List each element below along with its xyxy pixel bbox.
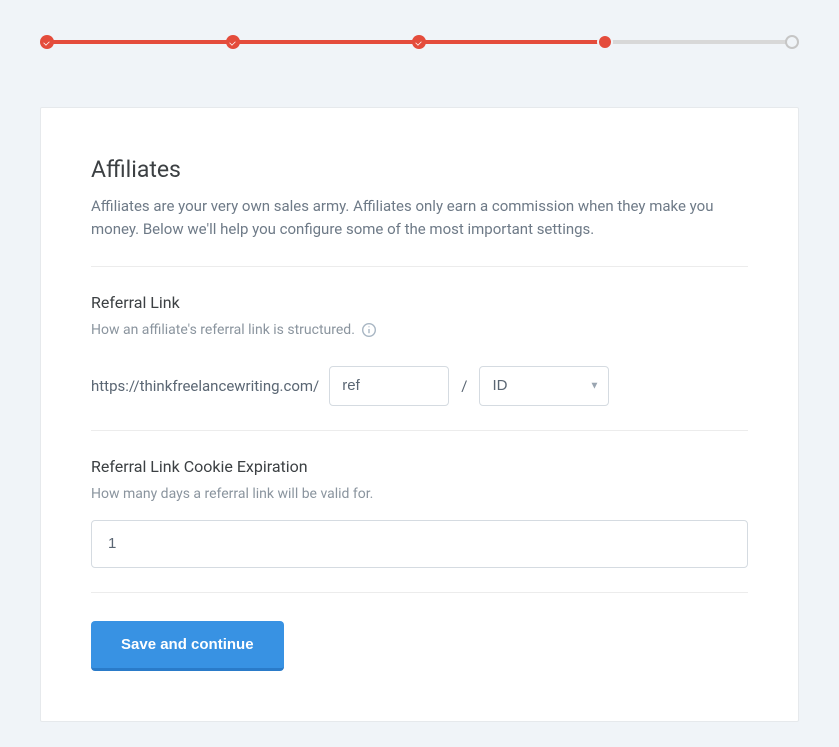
cookie-expiration-description-text: How many days a referral link will be va… [91,486,373,502]
id-select-wrap: ID ▼ [479,366,609,406]
url-prefix: https://thinkfreelancewriting.com/ [91,377,319,395]
progress-stepper [0,0,839,49]
page-description: Affiliates are your very own sales army.… [91,195,748,242]
divider [91,266,748,267]
ref-slug-input[interactable] [329,366,449,406]
referral-link-description: How an affiliate's referral link is stru… [91,322,748,338]
url-separator: / [459,377,469,395]
id-type-select[interactable]: ID [479,366,609,406]
divider [91,430,748,431]
page-title: Affiliates [91,156,748,183]
cookie-expiration-title: Referral Link Cookie Expiration [91,457,748,476]
step-2-completed[interactable] [226,35,240,49]
step-3-completed[interactable] [412,35,426,49]
cookie-days-input[interactable] [91,520,748,568]
referral-link-builder: https://thinkfreelancewriting.com/ / ID … [91,366,748,406]
referral-link-title: Referral Link [91,293,748,312]
cookie-expiration-section: Referral Link Cookie Expiration How many… [91,457,748,568]
cookie-expiration-description: How many days a referral link will be va… [91,486,748,502]
referral-link-description-text: How an affiliate's referral link is stru… [91,322,355,338]
step-1-completed[interactable] [40,35,54,49]
affiliates-card: Affiliates Affiliates are your very own … [40,107,799,722]
save-continue-button[interactable]: Save and continue [91,621,284,671]
info-icon[interactable] [361,322,377,338]
referral-link-section: Referral Link How an affiliate's referra… [91,293,748,406]
step-4-current[interactable] [597,34,613,50]
step-5-pending[interactable] [785,35,799,49]
divider [91,592,748,593]
